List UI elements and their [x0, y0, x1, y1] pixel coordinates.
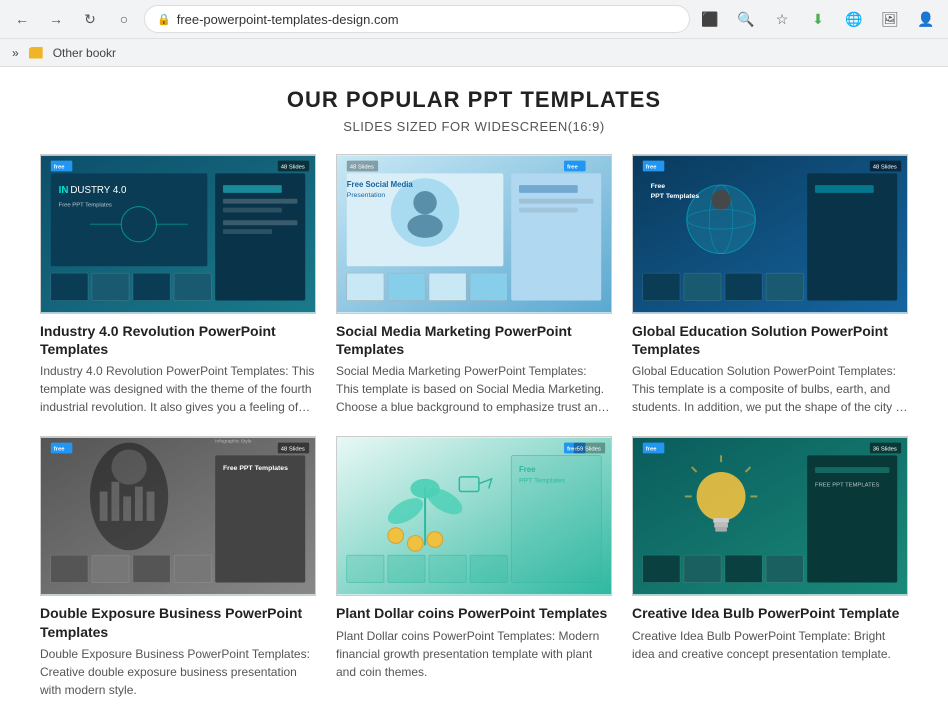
browser-toolbar: ← → ↻ ○ 🔒 free-powerpoint-templates-desi… — [0, 0, 948, 38]
template-desc-plant-dollar: Plant Dollar coins PowerPoint Templates:… — [336, 627, 612, 681]
template-name-creative-idea[interactable]: Creative Idea Bulb PowerPoint Template — [632, 604, 908, 622]
svg-text:IN: IN — [59, 185, 69, 196]
template-name-global-education[interactable]: Global Education Solution PowerPoint Tem… — [632, 322, 908, 358]
svg-text:48 Slides: 48 Slides — [281, 447, 305, 453]
template-name-industry-40[interactable]: Industry 4.0 Revolution PowerPoint Templ… — [40, 322, 316, 358]
template-info-plant-dollar: Plant Dollar coins PowerPoint Templates P… — [336, 596, 612, 680]
profile-button[interactable]: 👤 — [912, 5, 940, 33]
template-card-industry-40[interactable]: IN DUSTRY 4.0 Free PPT Templates — [40, 154, 316, 416]
svg-text:48 Slides: 48 Slides — [281, 164, 305, 170]
svg-text:48 Slides: 48 Slides — [873, 164, 897, 170]
template-info-industry-40: Industry 4.0 Revolution PowerPoint Templ… — [40, 314, 316, 416]
svg-text:Free: Free — [519, 465, 536, 474]
template-card-plant-dollar[interactable]: free 59 Slides Free PPT Templates Plant … — [336, 436, 612, 698]
svg-text:48 Slides: 48 Slides — [350, 164, 374, 170]
bookmarks-more-button[interactable]: » — [8, 44, 23, 62]
globe-button[interactable]: 🌐 — [840, 5, 868, 33]
template-card-double-exposure[interactable]: free 48 Slides Free PPT Templates Infogr… — [40, 436, 316, 698]
refresh-button[interactable]: ↻ — [76, 5, 104, 33]
svg-text:PPT Templates: PPT Templates — [519, 478, 566, 485]
template-desc-industry-40: Industry 4.0 Revolution PowerPoint Templ… — [40, 362, 316, 416]
template-info-social-media: Social Media Marketing PowerPoint Templa… — [336, 314, 612, 416]
svg-text:free: free — [54, 164, 65, 170]
svg-text:FREE PPT TEMPLATES: FREE PPT TEMPLATES — [815, 483, 880, 489]
template-desc-social-media: Social Media Marketing PowerPoint Templa… — [336, 362, 612, 416]
template-card-creative-idea[interactable]: FREE PPT TEMPLATES free 36 Slides Creati… — [632, 436, 908, 698]
template-card-social-media[interactable]: Free Social Media Presentation free 48 S… — [336, 154, 612, 416]
svg-text:Free PPT Templates: Free PPT Templates — [59, 203, 112, 209]
section-subtitle: SLIDES SIZED FOR WIDESCREEN(16:9) — [40, 119, 908, 134]
template-info-creative-idea: Creative Idea Bulb PowerPoint Template Cr… — [632, 596, 908, 662]
template-name-social-media[interactable]: Social Media Marketing PowerPoint Templa… — [336, 322, 612, 358]
search-button[interactable]: 🔍 — [732, 5, 760, 33]
template-thumb-industry-40[interactable]: IN DUSTRY 4.0 Free PPT Templates — [40, 154, 316, 314]
svg-text:free: free — [646, 164, 657, 170]
other-bookmarks-button[interactable]: Other bookr — [49, 44, 120, 62]
image-button[interactable]: 🖼 — [876, 5, 904, 33]
template-card-global-education[interactable]: free 48 Slides Free PPT Templates Global… — [632, 154, 908, 416]
svg-text:Infographic Style: Infographic Style — [215, 439, 252, 445]
browser-actions: ⬛ 🔍 ☆ ⬇ 🌐 🖼 👤 — [696, 5, 940, 33]
home-button[interactable]: ○ — [110, 5, 138, 33]
template-desc-global-education: Global Education Solution PowerPoint Tem… — [632, 362, 908, 416]
svg-text:59 Slides: 59 Slides — [577, 447, 601, 453]
address-bar[interactable]: 🔒 free-powerpoint-templates-design.com — [144, 5, 690, 33]
template-grid: IN DUSTRY 4.0 Free PPT Templates — [40, 154, 908, 699]
download-button[interactable]: ⬇ — [804, 5, 832, 33]
template-thumb-social-media[interactable]: Free Social Media Presentation free 48 S… — [336, 154, 612, 314]
svg-text:free: free — [567, 164, 578, 170]
svg-text:free: free — [54, 447, 65, 453]
template-info-global-education: Global Education Solution PowerPoint Tem… — [632, 314, 908, 416]
lock-icon: 🔒 — [157, 13, 171, 26]
svg-text:free: free — [646, 447, 657, 453]
template-desc-double-exposure: Double Exposure Business PowerPoint Temp… — [40, 645, 316, 699]
page-content: OUR POPULAR PPT TEMPLATES SLIDES SIZED F… — [0, 67, 948, 719]
svg-text:36 Slides: 36 Slides — [873, 447, 897, 453]
svg-text:PPT Templates: PPT Templates — [651, 193, 700, 200]
template-thumb-plant-dollar[interactable]: free 59 Slides Free PPT Templates — [336, 436, 612, 596]
cast-button[interactable]: ⬛ — [696, 5, 724, 33]
svg-text:Free PPT Templates: Free PPT Templates — [223, 465, 288, 472]
template-thumb-global-education[interactable]: free 48 Slides Free PPT Templates — [632, 154, 908, 314]
svg-text:Free Social Media: Free Social Media — [347, 180, 414, 189]
back-button[interactable]: ← — [8, 5, 36, 33]
template-thumb-double-exposure[interactable]: free 48 Slides Free PPT Templates Infogr… — [40, 436, 316, 596]
url-text: free-powerpoint-templates-design.com — [177, 12, 399, 27]
template-desc-creative-idea: Creative Idea Bulb PowerPoint Template: … — [632, 627, 908, 663]
star-button[interactable]: ☆ — [768, 5, 796, 33]
svg-text:Presentation: Presentation — [347, 192, 386, 199]
template-thumb-creative-idea[interactable]: FREE PPT TEMPLATES free 36 Slides — [632, 436, 908, 596]
svg-text:DUSTRY 4.0: DUSTRY 4.0 — [70, 185, 127, 196]
browser-chrome: ← → ↻ ○ 🔒 free-powerpoint-templates-desi… — [0, 0, 948, 67]
bookmark-folder-icon — [29, 47, 43, 59]
template-name-plant-dollar[interactable]: Plant Dollar coins PowerPoint Templates — [336, 604, 612, 622]
svg-text:Free: Free — [651, 183, 666, 190]
bookmarks-bar: » Other bookr — [0, 38, 948, 66]
template-info-double-exposure: Double Exposure Business PowerPoint Temp… — [40, 596, 316, 698]
template-name-double-exposure[interactable]: Double Exposure Business PowerPoint Temp… — [40, 604, 316, 640]
forward-button[interactable]: → — [42, 5, 70, 33]
section-title: OUR POPULAR PPT TEMPLATES — [40, 87, 908, 113]
